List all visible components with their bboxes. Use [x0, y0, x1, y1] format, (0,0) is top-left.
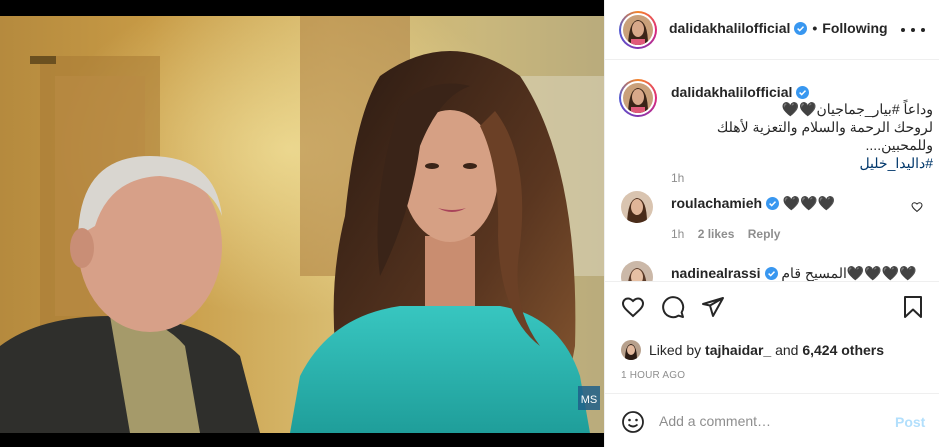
letterbox-top — [0, 0, 604, 16]
author-avatar[interactable] — [619, 11, 657, 49]
svg-text:MS: MS — [581, 394, 598, 406]
caption-timestamp[interactable]: 1h — [671, 171, 684, 185]
comment-username[interactable]: nadinealrassi — [671, 265, 761, 281]
comment-text: المسيح قام🖤🖤🖤🖤 — [781, 265, 917, 281]
post-header: dalidakhalilofficial • Following — [605, 0, 939, 60]
post-actions: Liked by tajhaidar_ and 6,424 others 1 H… — [605, 281, 939, 393]
caption-username[interactable]: dalidakhalilofficial — [671, 84, 792, 100]
comment-content: nadinealrassi المسيح قام🖤🖤🖤🖤 — [671, 265, 921, 281]
save-icon[interactable] — [901, 295, 925, 319]
caption-text-block: dalidakhalilofficial وداعاً #بيار_جماجيا… — [671, 84, 933, 172]
commenter-avatar[interactable] — [621, 191, 653, 223]
likes-summary: Liked by tajhaidar_ and 6,424 others — [621, 340, 884, 360]
caption-avatar-image — [623, 83, 653, 113]
caption-first-line: dalidakhalilofficial — [671, 84, 933, 100]
likes-prefix: Liked by — [649, 342, 702, 358]
share-icon[interactable] — [701, 295, 725, 319]
comment-heart-icon[interactable] — [911, 201, 923, 213]
comment-text: 🖤🖤🖤 — [782, 195, 836, 211]
caption-author-avatar[interactable] — [619, 79, 657, 117]
caption-hashtag[interactable]: #داليدا_خليل — [671, 154, 933, 172]
header-username-row: dalidakhalilofficial • Following — [669, 20, 888, 36]
verified-icon — [796, 86, 810, 99]
likes-joiner: and — [775, 342, 799, 358]
instagram-post-modal: MS dalidakhalilofficial • Following dali… — [0, 0, 939, 447]
comment-icon[interactable] — [661, 295, 685, 319]
verified-icon — [766, 197, 780, 210]
comment-time[interactable]: 1h — [671, 227, 684, 241]
separator-dot: • — [812, 20, 818, 36]
caption-text-line1: وداعاً #بيار_جماجيان🖤🖤 — [781, 101, 933, 117]
comment-username[interactable]: roulachamieh — [671, 195, 762, 211]
likes-count[interactable]: 6,424 others — [802, 342, 884, 358]
emoji-icon[interactable] — [621, 410, 645, 434]
verified-icon — [794, 22, 808, 35]
caption-text-line2: لروحك الرحمة والسلام والتعزية لأهلك وللم… — [716, 119, 933, 153]
post-side-panel: dalidakhalilofficial • Following dalidak… — [604, 0, 939, 447]
author-username[interactable]: dalidakhalilofficial — [669, 20, 790, 36]
post-comment-button[interactable]: Post — [895, 414, 925, 430]
verified-icon — [764, 267, 778, 280]
comment-content: roulachamieh 🖤🖤🖤 — [671, 195, 921, 212]
letterbox-bottom — [0, 433, 604, 447]
commenter-avatar[interactable] — [621, 261, 653, 281]
comment-input[interactable] — [659, 410, 879, 432]
post-media[interactable]: MS — [0, 0, 604, 447]
heart-icon[interactable] — [621, 295, 645, 319]
comment-meta: 1h 2 likes Reply — [671, 227, 790, 241]
add-comment-bar: Post — [605, 393, 939, 447]
comments-list[interactable]: dalidakhalilofficial وداعاً #بيار_جماجيا… — [605, 61, 939, 281]
more-icon[interactable] — [901, 20, 925, 40]
post-timestamp[interactable]: 1 HOUR AGO — [621, 370, 685, 381]
post-video-frame[interactable]: MS — [0, 16, 604, 433]
comment-likes[interactable]: 2 likes — [698, 227, 735, 241]
reply-button[interactable]: Reply — [748, 227, 781, 241]
liker-avatar[interactable] — [621, 340, 641, 360]
liker-username[interactable]: tajhaidar_ — [705, 342, 771, 358]
following-button[interactable]: Following — [822, 20, 887, 36]
author-avatar-image — [623, 15, 653, 45]
